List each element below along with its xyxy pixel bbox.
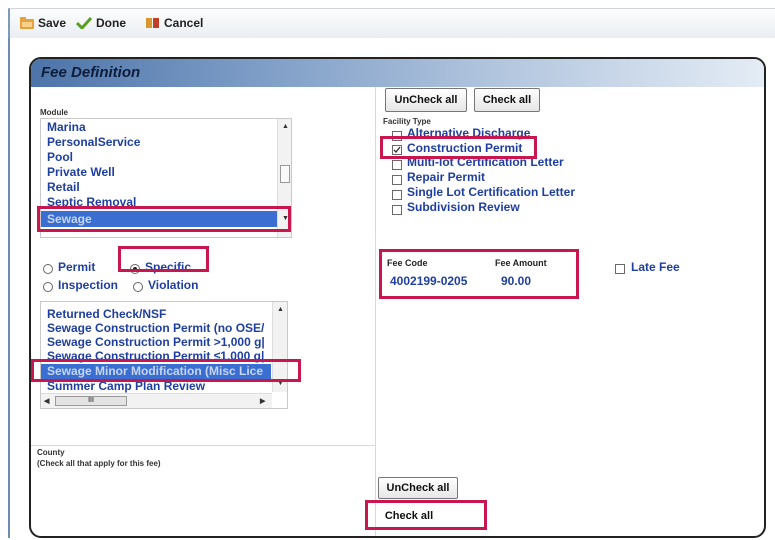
county-label: County [37,448,65,457]
scroll-right-icon[interactable]: ▶ [260,397,265,405]
column-divider [375,87,376,536]
scroll-up-icon[interactable]: ▲ [277,306,284,313]
facility-type-label-item: Single Lot Certification Letter [407,185,576,199]
radio-specific-label: Specific [145,260,192,274]
scroll-left-icon[interactable]: ◀ [44,397,49,405]
facility-checkbox[interactable] [392,205,402,215]
facility-checkbox[interactable] [392,175,402,185]
county-hint: (Check all that apply for this fee) [37,459,161,468]
facility-type-label: Facility Type [383,117,431,126]
scroll-thumb[interactable] [280,165,290,183]
checkmark-icon [76,17,92,29]
module-item[interactable]: Pool [47,150,73,164]
module-scrollbar[interactable]: ▲ ▼ [277,119,291,237]
toolbar: Save Done Cancel [8,8,775,40]
cancel-button[interactable]: Cancel [146,16,203,30]
fee-amount-label: Fee Amount [495,258,547,268]
late-fee-checkbox[interactable] [615,264,625,274]
radio-violation[interactable] [133,282,143,292]
facility-checkbox[interactable] [392,160,402,170]
save-label: Save [38,16,67,30]
panel-header: Fee Definition [31,59,764,87]
fee-item[interactable]: Sewage Construction Permit (no OSE/ [47,321,264,335]
county-uncheck-all-button[interactable]: UnCheck all [378,477,458,499]
fee-list-hscrollbar[interactable]: ◀ III ▶ [41,393,272,408]
fee-code-field[interactable]: 4002199-0205 [390,274,467,288]
cancel-label: Cancel [164,16,204,30]
fee-list-vscrollbar[interactable]: ▲ ▼ [272,302,287,392]
save-button[interactable]: Save [20,16,66,30]
fee-item[interactable]: Summer Camp Plan Review [47,379,205,393]
fee-item[interactable]: Sewage Construction Permit ≤1,000 g| [47,349,264,363]
cancel-icon [146,18,159,28]
module-item-selected[interactable]: Sewage [47,212,92,226]
module-item[interactable]: PersonalService [47,135,140,149]
fee-amount-field[interactable]: 90.00 [501,274,531,288]
facility-checkbox[interactable] [392,190,402,200]
save-icon [20,17,34,29]
done-label: Done [96,16,126,30]
county-check-all-button[interactable]: Check all [376,505,442,527]
row-divider [31,445,375,446]
hscroll-thumb[interactable]: III [55,396,127,406]
done-button[interactable]: Done [76,16,126,30]
facility-type-label-item: Alternative Discharge [407,126,531,140]
panel-title: Fee Definition [41,64,141,81]
facility-type-label-item: Subdivision Review [407,200,520,214]
fee-item-selected[interactable]: Sewage Minor Modification (Misc Lice [47,364,263,378]
facility-type-label-item: Repair Permit [407,170,486,184]
fee-item-listbox[interactable]: Returned Check/NSF Sewage Construction P… [40,301,288,409]
radio-violation-label: Violation [148,278,199,292]
facility-check-all-button[interactable]: Check all [474,88,540,112]
radio-permit-label: Permit [58,260,96,274]
module-item[interactable]: Retail [47,180,80,194]
scroll-down-icon[interactable]: ▼ [277,380,284,387]
module-item[interactable]: Septic Removal [47,195,136,209]
scroll-up-icon[interactable]: ▲ [282,123,289,130]
module-item[interactable]: Marina [47,120,86,134]
late-fee-label: Late Fee [631,260,680,274]
fee-item[interactable]: Returned Check/NSF [47,307,166,321]
fee-definition-panel: Fee Definition Module Marina PersonalSer… [29,57,766,538]
scroll-down-icon[interactable]: ▼ [282,215,289,222]
radio-specific[interactable] [130,264,140,274]
facility-checkbox-checked[interactable] [392,145,402,155]
facility-type-label-item: Multi-lot Certification Letter [407,155,564,169]
facility-checkbox[interactable] [392,131,402,141]
module-label: Module [40,108,68,117]
radio-inspection-label: Inspection [58,278,119,292]
facility-uncheck-all-button[interactable]: UnCheck all [385,88,467,112]
radio-permit[interactable] [43,264,53,274]
radio-inspection[interactable] [43,282,53,292]
fee-item[interactable]: Sewage Construction Permit >1,000 g| [47,335,265,349]
module-item[interactable]: Private Well [47,165,115,179]
facility-type-label-item: Construction Permit [407,141,523,155]
fee-code-label: Fee Code [387,258,428,268]
module-listbox[interactable]: Marina PersonalService Pool Private Well… [40,118,292,238]
check-icon [393,146,401,154]
